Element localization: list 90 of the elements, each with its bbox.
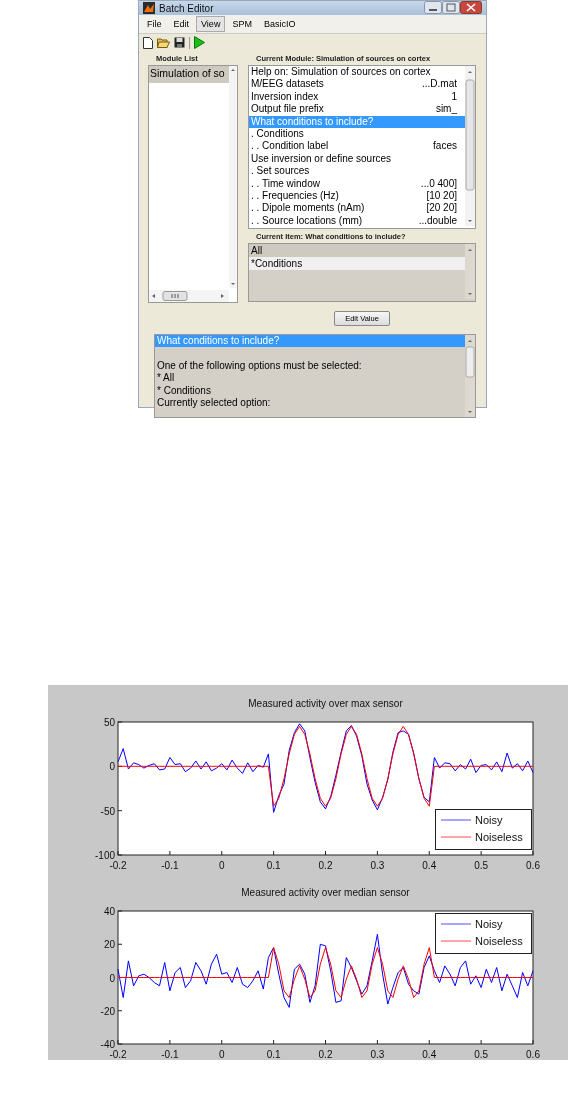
x-tick-label: 0.2 — [318, 1049, 333, 1060]
y-tick-label: 50 — [103, 717, 115, 728]
menu-item[interactable]: View — [196, 16, 226, 32]
setting-label: . . Dipole moments (nAm) — [251, 202, 365, 215]
x-tick-label: -0.1 — [161, 1049, 179, 1060]
setting-label: Use inversion or define sources — [251, 152, 392, 166]
new-file-icon[interactable] — [143, 36, 153, 49]
setting-label: Output file prefix — [251, 103, 324, 116]
setting-label: Help on: Simulation of sources on cortex — [251, 66, 431, 79]
save-icon[interactable] — [174, 37, 185, 48]
setting-value: faces — [433, 140, 457, 153]
legend-label: Noiseless — [475, 935, 523, 947]
option-item[interactable]: All — [249, 244, 465, 257]
y-tick-label: 40 — [103, 906, 115, 917]
setting-value: 1 — [451, 90, 457, 104]
help-text-line: One of the following options must be selected: — [156, 359, 363, 373]
legend-label: Noiseless — [475, 831, 523, 843]
x-tick-label: 0.1 — [266, 860, 281, 871]
setting-value: [20 20] — [426, 202, 457, 215]
menu-item[interactable]: BasicIO — [258, 16, 301, 32]
module-setting-row[interactable]: Help on: Simulation of sources on cortex — [249, 66, 465, 79]
app-icon — [143, 2, 155, 14]
setting-value: [10 20] — [426, 189, 457, 203]
x-tick-label: -0.2 — [109, 860, 127, 871]
module-setting-row[interactable]: M/EEG datasets ...D.mat — [249, 78, 465, 91]
help-text-line: * All — [156, 372, 176, 385]
window-title: Batch Editor — [159, 2, 214, 14]
x-tick-label: -0.2 — [109, 1049, 127, 1060]
setting-label: Inversion index — [251, 90, 319, 104]
setting-label: M/EEG datasets — [251, 78, 324, 91]
module-setting-row[interactable]: . . Time window ...0 400] — [249, 177, 465, 190]
menu-item[interactable]: Edit — [168, 16, 195, 32]
setting-value: ...D.mat — [422, 78, 457, 91]
y-tick-label: -20 — [100, 1005, 115, 1017]
x-tick-label: 0.4 — [422, 860, 437, 871]
scrollbar[interactable] — [465, 244, 475, 299]
module-setting-row[interactable]: Inversion index 1 — [249, 90, 465, 104]
option-item[interactable]: *Conditions — [249, 257, 465, 270]
x-tick-label: 0.3 — [370, 860, 385, 871]
setting-value: ...double — [418, 214, 457, 228]
setting-label: . . Condition label — [251, 140, 329, 153]
x-tick-label: 0.5 — [474, 1049, 489, 1060]
y-tick-label: -50 — [100, 805, 115, 817]
module-setting-row[interactable]: . . Frequencies (Hz) [10 20] — [249, 189, 465, 203]
x-tick-label: 0.3 — [370, 1049, 385, 1060]
x-tick-label: 0.4 — [422, 1049, 437, 1060]
module-list-item[interactable]: Simulation of so — [149, 66, 229, 83]
help-text-line: * Conditions — [156, 384, 212, 397]
y-tick-label: -40 — [100, 1039, 115, 1050]
scrollbar[interactable] — [149, 290, 229, 302]
x-tick-label: -0.1 — [161, 860, 179, 871]
menu-item[interactable]: SPM — [227, 16, 257, 32]
module-setting-row[interactable]: Output file prefix sim_ — [249, 103, 465, 116]
help-text-line: Currently selected option: — [156, 396, 272, 410]
x-tick-label: 0 — [218, 860, 225, 871]
y-tick-label: -100 — [95, 850, 115, 861]
module-setting-row[interactable]: . . Condition label faces — [249, 140, 465, 153]
module-setting-row[interactable]: . . Source locations (mm) ...double — [249, 214, 465, 228]
window-controls-icon[interactable] — [424, 1, 482, 15]
menu-item[interactable]: File — [142, 16, 167, 32]
x-tick-label: 0.1 — [266, 1049, 281, 1060]
y-tick-label: 20 — [103, 939, 115, 951]
chart-title: Measured activity over max sensor — [248, 698, 403, 709]
setting-value: ...0 400] — [420, 177, 457, 190]
y-tick-label: 0 — [109, 972, 115, 984]
module-setting-row[interactable]: . . Dipole moments (nAm) [20 20] — [249, 202, 465, 215]
setting-label: . Conditions — [251, 127, 304, 141]
setting-label: . . Source locations (mm) — [251, 214, 363, 228]
setting-label: . . Frequencies (Hz) — [251, 189, 339, 203]
scrollbar[interactable] — [465, 66, 475, 226]
setting-label: What conditions to include? — [251, 115, 374, 128]
legend-label: Noisy — [475, 814, 503, 826]
setting-label: . . Time window — [251, 177, 320, 190]
legend-label: Noisy — [475, 918, 503, 930]
x-tick-label: 0.5 — [474, 860, 489, 871]
chart-title: Measured activity over median sensor — [241, 887, 410, 898]
module-setting-row[interactable]: . Conditions — [249, 127, 465, 141]
module-setting-row[interactable]: Use inversion or define sources — [249, 152, 465, 166]
x-tick-label: 0.6 — [526, 1049, 540, 1060]
setting-label: . Set sources — [251, 165, 310, 178]
folder-icon[interactable] — [157, 37, 170, 48]
play-icon[interactable] — [194, 36, 205, 49]
scrollbar[interactable] — [229, 66, 237, 288]
scrollbar[interactable] — [465, 335, 475, 417]
module-setting-row[interactable]: . Set sources — [249, 165, 465, 178]
y-tick-label: 0 — [109, 761, 115, 773]
x-tick-label: 0.6 — [526, 860, 540, 871]
x-tick-label: 0.2 — [318, 860, 333, 871]
x-tick-label: 0 — [218, 1049, 225, 1060]
setting-value: sim_ — [435, 103, 457, 116]
